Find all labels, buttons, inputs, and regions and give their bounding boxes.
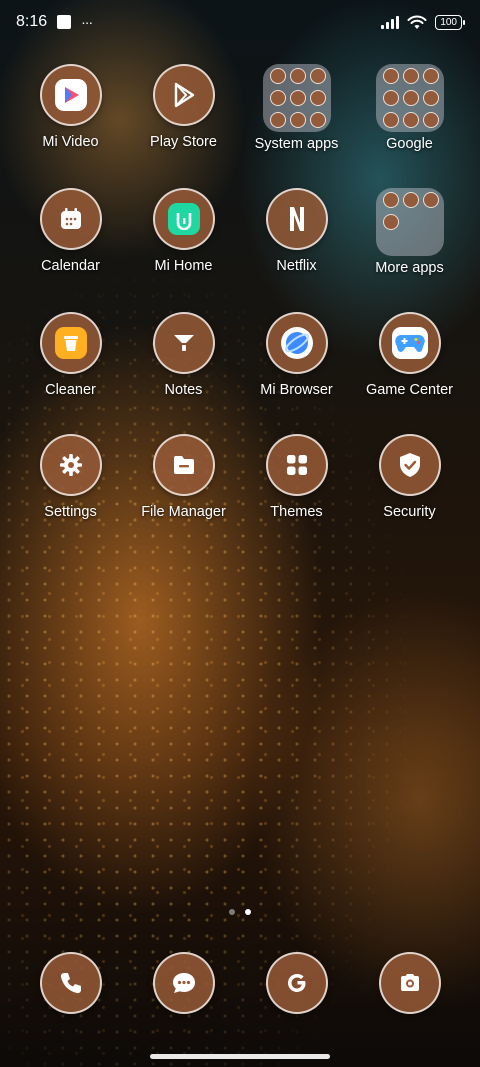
app-calendar[interactable]: Calendar [14, 188, 127, 276]
app-label: Calendar [41, 258, 100, 274]
folder-app-icon [289, 112, 306, 128]
phone-icon [39, 952, 102, 1014]
play-store-icon [152, 64, 215, 126]
app-label: Security [383, 504, 436, 520]
folder-app-icon [269, 90, 286, 106]
app-label: Netflix [276, 258, 317, 274]
app-label: System apps [254, 136, 339, 152]
app-game-center[interactable]: Game Center [353, 312, 466, 398]
app-label: Play Store [150, 134, 217, 150]
notes-funnel-icon [152, 312, 215, 374]
calendar-icon [39, 188, 102, 250]
folder-app-icon [422, 90, 439, 106]
app-label: Mi Browser [260, 382, 333, 398]
app-label: Google [386, 136, 433, 152]
folder-app-icon [269, 68, 286, 84]
folder-app-icon [309, 68, 326, 84]
folder-app-icon [309, 112, 326, 128]
app-label: More apps [375, 260, 444, 276]
camera-icon [378, 952, 441, 1014]
folder-app-icon [422, 112, 439, 128]
more-notifications-icon: ··· [81, 14, 93, 30]
app-mi-home[interactable]: Mi Home [127, 188, 240, 276]
app-label: Settings [44, 504, 97, 520]
dock-phone[interactable] [14, 952, 127, 1014]
app-settings[interactable]: Settings [14, 434, 127, 520]
folder-app-icon [289, 68, 306, 84]
folder-app-icon [422, 192, 439, 208]
app-label: Notes [164, 382, 203, 398]
google-g-icon [265, 952, 328, 1014]
folder-icon [375, 188, 444, 256]
app-label: Mi Video [42, 134, 99, 150]
folder-app-icon [402, 112, 419, 128]
folder-icon [375, 64, 444, 132]
app-cleaner[interactable]: Cleaner [14, 312, 127, 398]
signal-icon [381, 15, 400, 29]
app-label: Game Center [365, 382, 454, 398]
page-indicator [0, 909, 480, 915]
trash-can-icon [39, 312, 102, 374]
dock-google-g[interactable] [240, 952, 353, 1014]
folder-app-icon [382, 90, 399, 106]
app-mi-browser[interactable]: Mi Browser [240, 312, 353, 398]
folder-more-apps[interactable]: More apps [353, 188, 466, 276]
shield-check-icon [378, 434, 441, 496]
dock-camera[interactable] [353, 952, 466, 1014]
play-triangle-icon [39, 64, 102, 126]
gear-icon [39, 434, 102, 496]
browser-planet-icon [265, 312, 328, 374]
app-security[interactable]: Security [353, 434, 466, 520]
folder-app-icon [382, 68, 399, 84]
folder-app-icon [382, 112, 399, 128]
app-label: Mi Home [154, 258, 213, 274]
dock [14, 952, 466, 1014]
folder-app-icon [289, 90, 306, 106]
app-grid: Mi Video Play Store System apps Google Calen… [14, 64, 466, 520]
battery-icon: 100 [435, 14, 465, 30]
home-indicator[interactable] [150, 1054, 330, 1059]
folder-icon [262, 64, 331, 132]
folder-app-icon [422, 68, 439, 84]
app-themes[interactable]: Themes [240, 434, 353, 520]
page-dot[interactable] [229, 909, 235, 915]
folder-app-icon [382, 214, 399, 230]
page-dot-active[interactable] [245, 909, 251, 915]
app-play-store[interactable]: Play Store [127, 64, 240, 152]
folder-app-icon [402, 90, 419, 106]
app-notes[interactable]: Notes [127, 312, 240, 398]
folder-app-icon [269, 112, 286, 128]
gamepad-icon [378, 312, 441, 374]
messages-icon [152, 952, 215, 1014]
folder-app-icon [309, 90, 326, 106]
app-label: Cleaner [45, 382, 96, 398]
wifi-icon [407, 15, 427, 29]
folder-google[interactable]: Google [353, 64, 466, 152]
status-bar: 8:16 ··· 100 [0, 0, 480, 44]
themes-grid-icon [265, 434, 328, 496]
app-label: File Manager [141, 504, 226, 520]
app-netflix[interactable]: Netflix [240, 188, 353, 276]
dock-messages[interactable] [127, 952, 240, 1014]
app-mi-video[interactable]: Mi Video [14, 64, 127, 152]
mi-home-icon [152, 188, 215, 250]
notification-icon [57, 15, 72, 29]
app-file-manager[interactable]: File Manager [127, 434, 240, 520]
folder-app-icon [402, 68, 419, 84]
netflix-icon [265, 188, 328, 250]
folder-system-apps[interactable]: System apps [240, 64, 353, 152]
clock: 8:16 [16, 13, 48, 30]
app-label: Themes [270, 504, 323, 520]
folder-app-icon [402, 192, 419, 208]
folder-file-icon [152, 434, 215, 496]
folder-app-icon [382, 192, 399, 208]
